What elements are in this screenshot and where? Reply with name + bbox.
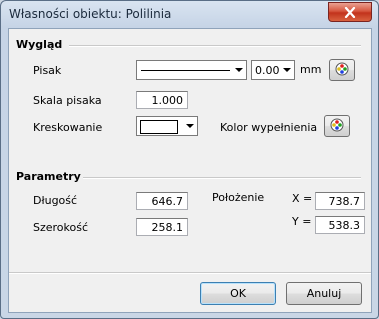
cancel-button[interactable]: Anuluj [286, 282, 362, 305]
chevron-down-icon [186, 124, 194, 128]
dialog-title: Własności obiektu: Polilinia [9, 7, 172, 21]
width-input[interactable]: 258.1 [136, 218, 188, 236]
appearance-section-title: Wygląd [16, 38, 63, 51]
color-palette-icon [335, 62, 349, 79]
color-palette-icon [330, 118, 344, 135]
y-label: Y = [292, 215, 312, 228]
chevron-down-icon [283, 68, 291, 72]
dialog-client-area: Wygląd Pisak 0.00 mm Skala pisaka 1.000 … [8, 28, 372, 313]
hatch-sample [140, 120, 178, 134]
appearance-divider [69, 45, 361, 47]
pen-line-style-select[interactable] [136, 60, 247, 80]
x-label: X = [292, 192, 313, 205]
line-style-sample [141, 70, 230, 71]
parameters-divider [83, 177, 361, 179]
pen-label: Pisak [33, 64, 62, 77]
hatch-select[interactable] [136, 116, 198, 136]
chevron-down-icon [235, 68, 243, 72]
position-label: Położenie [212, 191, 265, 204]
pen-color-button[interactable] [329, 59, 355, 81]
length-input[interactable]: 646.7 [136, 192, 188, 210]
fill-color-button[interactable] [324, 115, 350, 137]
pen-scale-input[interactable]: 1.000 [136, 91, 188, 109]
pen-width-select[interactable]: 0.00 [251, 60, 295, 80]
width-label: Szerokość [33, 221, 89, 234]
footer-divider [9, 272, 371, 274]
length-label: Długość [33, 194, 78, 207]
properties-dialog: Własności obiektu: Polilinia Wygląd Pisa… [0, 0, 379, 319]
y-position-input[interactable]: 538.3 [315, 216, 365, 234]
close-button[interactable] [328, 2, 372, 22]
fill-color-label: Kolor wypełnienia [220, 121, 318, 134]
pen-width-unit: mm [300, 63, 322, 76]
x-position-input[interactable]: 738.7 [315, 192, 365, 210]
ok-button[interactable]: OK [200, 282, 276, 305]
pen-scale-label: Skala pisaka [33, 94, 102, 107]
close-icon [344, 6, 356, 18]
pen-width-value: 0.00 [255, 64, 280, 77]
parameters-section-title: Parametry [16, 170, 81, 183]
title-bar[interactable]: Własności obiektu: Polilinia [1, 1, 378, 27]
hatch-label: Kreskowanie [33, 121, 103, 134]
